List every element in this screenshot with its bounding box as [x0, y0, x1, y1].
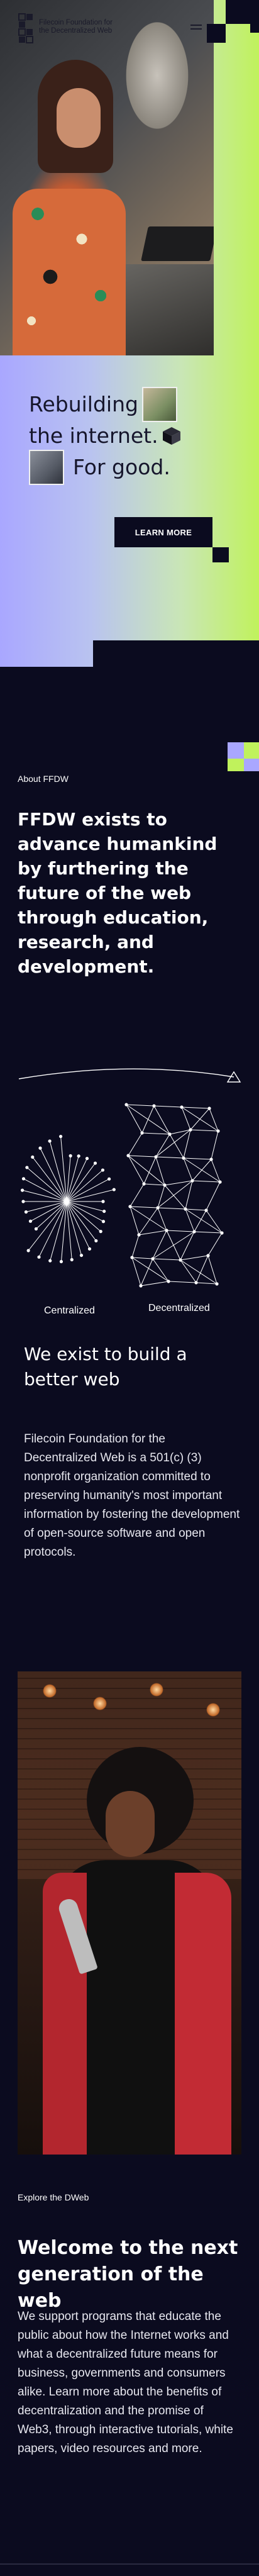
decor-square	[244, 742, 259, 759]
mission-body: Filecoin Foundation for the Decentralize…	[24, 1432, 240, 1559]
decentralized-graph	[124, 1103, 224, 1288]
ffdw-logo-icon[interactable]	[18, 13, 35, 45]
about-eyebrow: About FFDW	[18, 774, 69, 784]
site-header: Filecoin Foundation for the Decentralize…	[0, 0, 259, 55]
dweb-eyebrow: Explore the DWeb	[18, 2192, 89, 2202]
decor-square	[207, 24, 226, 43]
cube-icon	[162, 427, 180, 445]
hamburger-icon	[190, 25, 202, 26]
person-thumbnail	[29, 450, 64, 485]
decor-square	[250, 24, 259, 33]
headline-line-3: For good.	[73, 455, 170, 479]
dweb-heading: Welcome to the next generation of the we…	[18, 2237, 238, 2312]
decor-square	[226, 0, 259, 24]
decor-square	[212, 547, 229, 562]
network-diagram	[18, 1068, 241, 1288]
logo-text[interactable]: Filecoin Foundation for the Decentralize…	[39, 19, 121, 35]
decor-block	[93, 640, 259, 692]
hero-section: Filecoin Foundation for the Decentralize…	[0, 0, 259, 692]
decor-square	[228, 759, 244, 771]
centralized-label: Centralized	[44, 1305, 95, 1316]
headline-line-2: the internet.	[29, 423, 158, 448]
decor-square	[228, 742, 244, 759]
headline-line-1: Rebuilding	[29, 392, 138, 416]
about-statement: FFDW exists to advance humankind by furt…	[18, 809, 218, 977]
mission-heading: We exist to build a better web	[24, 1344, 187, 1390]
hero-headline: Rebuilding the internet. For good.	[29, 387, 224, 485]
person-thumbnail	[141, 387, 177, 422]
menu-button[interactable]	[185, 16, 207, 38]
speaker-photo	[18, 1671, 241, 2155]
learn-more-button[interactable]: LEARN MORE	[114, 517, 212, 547]
centralized-graph	[20, 1134, 116, 1264]
divider	[0, 2563, 259, 2565]
dweb-body: We support programs that educate the pub…	[18, 2310, 233, 2455]
decor-square	[244, 759, 259, 771]
decentralized-label: Decentralized	[148, 1303, 210, 1313]
decor-block	[0, 667, 93, 692]
